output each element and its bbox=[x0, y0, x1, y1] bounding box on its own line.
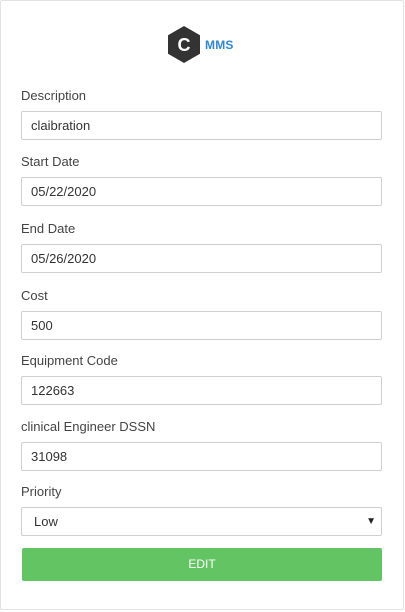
form-card: C MMS Description claibration Start Date… bbox=[0, 0, 404, 610]
cost-label: Cost bbox=[21, 288, 48, 303]
priority-label: Priority bbox=[21, 484, 62, 499]
equipment-code-label: Equipment Code bbox=[21, 353, 118, 368]
end-date-input[interactable]: 05/26/2020 bbox=[21, 244, 382, 273]
description-group: Description claibration bbox=[21, 88, 382, 140]
app-logo: C MMS bbox=[167, 26, 234, 63]
cost-input[interactable]: 500 bbox=[21, 311, 382, 340]
end-date-group: End Date 05/26/2020 bbox=[21, 221, 382, 273]
engineer-dssn-group: clinical Engineer DSSN 31098 bbox=[21, 419, 382, 471]
start-date-group: Start Date 05/22/2020 bbox=[21, 154, 382, 206]
edit-button[interactable]: EDIT bbox=[22, 548, 382, 581]
cost-group: Cost 500 bbox=[21, 288, 382, 340]
equipment-code-input[interactable]: 122663 bbox=[21, 376, 382, 405]
description-input[interactable]: claibration bbox=[21, 111, 382, 140]
start-date-label: Start Date bbox=[21, 154, 80, 169]
priority-selected-value: Low bbox=[34, 514, 58, 529]
engineer-dssn-input[interactable]: 31098 bbox=[21, 442, 382, 471]
svg-text:C: C bbox=[178, 35, 191, 55]
description-label: Description bbox=[21, 88, 87, 103]
hexagon-logo-icon: C bbox=[168, 26, 200, 63]
engineer-dssn-label: clinical Engineer DSSN bbox=[21, 419, 156, 434]
priority-group: Priority Low ▼ bbox=[21, 484, 382, 536]
end-date-label: End Date bbox=[21, 221, 76, 236]
start-date-input[interactable]: 05/22/2020 bbox=[21, 177, 382, 206]
caret-down-icon: ▼ bbox=[366, 516, 376, 527]
logo-text: MMS bbox=[205, 37, 234, 52]
equipment-code-group: Equipment Code 122663 bbox=[21, 353, 382, 405]
priority-select[interactable]: Low ▼ bbox=[21, 507, 382, 536]
